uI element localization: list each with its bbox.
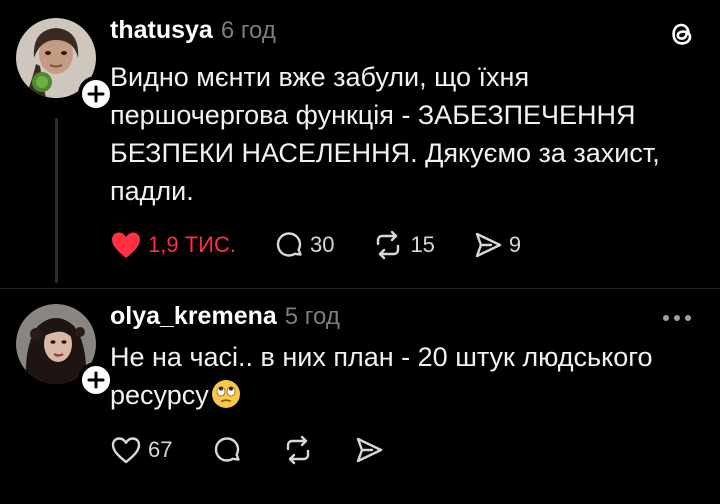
follow-plus-button[interactable] (78, 76, 114, 112)
post-text: Видно мєнти вже забули, що їхня першочер… (110, 62, 660, 206)
divider (0, 288, 720, 289)
heart-icon (112, 232, 140, 258)
comment-button[interactable] (212, 435, 242, 465)
timestamp: 6 год (220, 17, 276, 44)
like-count: 1,9 ТИС. (148, 232, 236, 257)
follow-plus-button[interactable] (78, 362, 114, 398)
username[interactable]: olya_kremena (110, 302, 277, 331)
like-count: 67 (148, 437, 173, 462)
comment-icon (215, 437, 241, 462)
action-bar: 67 (110, 433, 384, 467)
repost-button[interactable] (282, 435, 314, 465)
like-button[interactable]: 1,9 ТИС. (110, 230, 236, 260)
plus-icon (87, 371, 105, 389)
avatar-thatusya-wrap (16, 18, 114, 112)
post-header: thatusya 6 год (110, 16, 276, 45)
comment-count: 30 (309, 232, 335, 257)
post-header: olya_kremena 5 год (110, 302, 340, 331)
eye-roll-emoji (211, 380, 240, 408)
share-button[interactable]: 9 (473, 230, 521, 260)
comment-button[interactable]: 30 (274, 230, 334, 260)
like-button[interactable]: 67 (110, 435, 172, 465)
share-button[interactable] (354, 435, 384, 465)
username[interactable]: thatusya (110, 16, 213, 45)
repost-icon (377, 230, 400, 260)
share-icon (357, 437, 383, 463)
post-text: Не на часі.. в них план - 20 штук людськ… (110, 342, 653, 410)
repost-count: 15 (410, 232, 435, 257)
share-count: 9 (508, 232, 522, 257)
thread-line (55, 118, 58, 283)
more-icon[interactable] (663, 310, 701, 326)
repost-button[interactable]: 15 (372, 230, 435, 260)
repost-icon (287, 435, 310, 465)
comment-icon (276, 232, 302, 257)
plus-icon (87, 85, 105, 103)
action-bar: 1,9 ТИС. 30 15 9 (110, 228, 521, 262)
comment-thatusya: thatusya 6 год Видно мєнти вже забули, щ… (0, 0, 720, 290)
avatar-olya-wrap (16, 304, 114, 398)
heart-icon (111, 437, 141, 464)
share-icon (475, 232, 502, 258)
post-text-wrap: Не на часі.. в них план - 20 штук людськ… (110, 338, 700, 414)
timestamp: 5 год (284, 303, 340, 330)
comment-olya-kremena: olya_kremena 5 год Не на часі.. в них пл… (0, 290, 720, 504)
threads-logo-icon[interactable] (666, 18, 698, 50)
